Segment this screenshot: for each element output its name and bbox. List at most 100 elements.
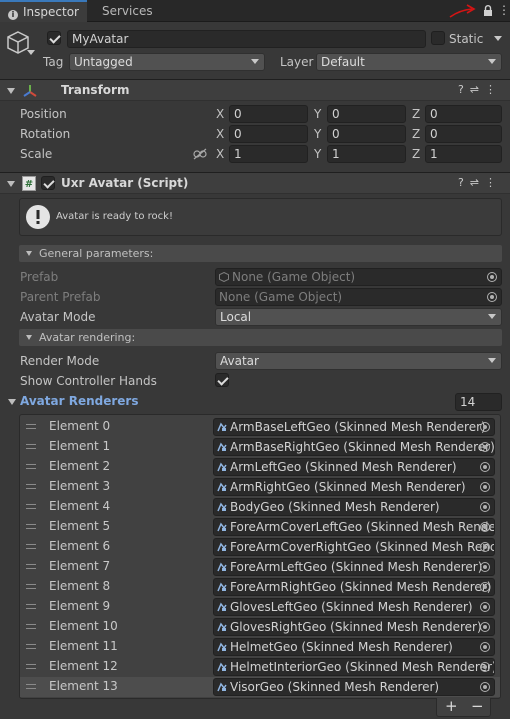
renderer-field[interactable]: ForeArmLeftGeo (Skinned Mesh Renderer) — [213, 558, 495, 576]
scale-x-field[interactable]: 1 — [229, 145, 308, 163]
list-item[interactable]: Element 8 ForeArmRightGeo (Skinned Mesh R… — [20, 577, 500, 597]
object-picker-icon[interactable] — [480, 562, 490, 572]
list-item[interactable]: Element 2 ArmLeftGeo (Skinned Mesh Render… — [20, 457, 500, 477]
object-picker-icon[interactable] — [480, 622, 490, 632]
tag-dropdown[interactable]: Untagged — [69, 53, 265, 71]
list-item[interactable]: Element 7 ForeArmLeftGeo (Skinned Mesh Re… — [20, 557, 500, 577]
foldout-arrow-icon[interactable] — [26, 335, 32, 340]
kebab-menu-icon[interactable]: ⋮ — [485, 176, 502, 189]
drag-handle-icon[interactable] — [26, 484, 36, 489]
avatar-rendering-section[interactable]: Avatar rendering: — [19, 329, 502, 346]
list-item[interactable]: Element 5 ForeArmCoverLeftGeo (Skinned Me… — [20, 517, 500, 537]
render-mode-dropdown[interactable]: Avatar — [215, 352, 502, 370]
object-picker-icon[interactable] — [480, 422, 490, 432]
transform-header[interactable]: Transform ?⇌⋮ — [0, 79, 510, 101]
object-picker-icon[interactable] — [480, 462, 490, 472]
foldout-arrow-icon[interactable] — [26, 251, 32, 256]
remove-element-button[interactable]: − — [471, 698, 484, 715]
object-picker-icon[interactable] — [480, 582, 490, 592]
kebab-menu-icon[interactable]: ⋮ — [485, 83, 502, 96]
static-dropdown-chevron-down-icon[interactable] — [494, 36, 502, 41]
show-controller-hands-checkbox[interactable] — [215, 373, 229, 387]
renderer-field[interactable]: GlovesLeftGeo (Skinned Mesh Renderer) — [213, 598, 495, 616]
position-x-field[interactable]: 0 — [229, 105, 308, 123]
renderers-foldout-arrow-icon[interactable] — [8, 399, 16, 405]
drag-handle-icon[interactable] — [26, 604, 36, 609]
active-checkbox[interactable] — [47, 31, 61, 45]
avatar-mode-dropdown[interactable]: Local — [215, 308, 502, 326]
list-item[interactable]: Element 11 HelmetGeo (Skinned Mesh Render… — [20, 637, 500, 657]
list-item[interactable]: Element 3 ArmRightGeo (Skinned Mesh Rende… — [20, 477, 500, 497]
drag-handle-icon[interactable] — [26, 524, 36, 529]
add-element-button[interactable]: + — [445, 698, 458, 715]
renderers-size-field[interactable]: 14 — [455, 393, 502, 411]
object-picker-icon[interactable] — [480, 482, 490, 492]
drag-handle-icon[interactable] — [26, 564, 36, 569]
drag-handle-icon[interactable] — [26, 664, 36, 669]
prefab-field[interactable]: None (Game Object) — [215, 268, 502, 286]
position-y-field[interactable]: 0 — [327, 105, 406, 123]
rotation-x-field[interactable]: 0 — [229, 125, 308, 143]
object-name-field[interactable]: MyAvatar — [67, 30, 426, 48]
constrain-proportions-link-icon[interactable] — [193, 148, 207, 160]
drag-handle-icon[interactable] — [26, 464, 36, 469]
list-item[interactable]: Element 4 BodyGeo (Skinned Mesh Renderer) — [20, 497, 500, 517]
renderer-field[interactable]: ArmBaseLeftGeo (Skinned Mesh Renderer) — [213, 418, 495, 436]
more-menu-icon[interactable]: ⋮ — [498, 4, 510, 16]
help-icon[interactable]: ? — [458, 176, 470, 189]
list-item[interactable]: Element 10 GlovesRightGeo (Skinned Mesh R… — [20, 617, 500, 637]
drag-handle-icon[interactable] — [26, 544, 36, 549]
lock-icon[interactable] — [483, 5, 493, 17]
object-picker-icon[interactable] — [480, 642, 490, 652]
drag-handle-icon[interactable] — [26, 584, 36, 589]
position-z-field[interactable]: 0 — [425, 105, 502, 123]
object-picker-icon[interactable] — [480, 442, 490, 452]
renderer-field[interactable]: VisorGeo (Skinned Mesh Renderer) — [213, 678, 495, 696]
renderer-field[interactable]: ForeArmCoverLeftGeo (Skinned Mesh Rende — [213, 518, 495, 536]
renderer-field[interactable]: BodyGeo (Skinned Mesh Renderer) — [213, 498, 495, 516]
scale-z-field[interactable]: 1 — [425, 145, 502, 163]
renderer-field[interactable]: ArmRightGeo (Skinned Mesh Renderer) — [213, 478, 495, 496]
tab-inspector[interactable]: i Inspector — [0, 0, 87, 22]
list-item[interactable]: Element 0 ArmBaseLeftGeo (Skinned Mesh Re… — [20, 417, 500, 437]
parent-prefab-field[interactable]: None (Game Object) — [215, 288, 502, 306]
drag-handle-icon[interactable] — [26, 624, 36, 629]
drag-handle-icon[interactable] — [26, 644, 36, 649]
script-component-header[interactable]: # Uxr Avatar (Script) ?⇌⋮ — [0, 172, 510, 194]
list-item[interactable]: Element 9 GlovesLeftGeo (Skinned Mesh Ren… — [20, 597, 500, 617]
renderer-field[interactable]: ArmLeftGeo (Skinned Mesh Renderer) — [213, 458, 495, 476]
object-picker-icon[interactable] — [480, 542, 490, 552]
list-item[interactable]: Element 13 VisorGeo (Skinned Mesh Rendere… — [20, 677, 500, 697]
renderer-field[interactable]: HelmetInteriorGeo (Skinned Mesh Renderer… — [213, 658, 495, 676]
static-checkbox[interactable] — [431, 31, 445, 45]
object-picker-icon[interactable] — [480, 602, 490, 612]
drag-handle-icon[interactable] — [26, 504, 36, 509]
object-picker-icon[interactable] — [487, 292, 497, 302]
renderer-field[interactable]: ForeArmCoverRightGeo (Skinned Mesh Renc — [213, 538, 495, 556]
list-item[interactable]: Element 1 ArmBaseRightGeo (Skinned Mesh R… — [20, 437, 500, 457]
list-item[interactable]: Element 12 HelmetInteriorGeo (Skinned Mes… — [20, 657, 500, 677]
tab-services[interactable]: Services — [94, 0, 161, 22]
help-icon[interactable]: ? — [458, 83, 470, 96]
renderer-field[interactable]: ArmBaseRightGeo (Skinned Mesh Renderer) — [213, 438, 495, 456]
drag-handle-icon[interactable] — [26, 684, 36, 689]
scale-y-field[interactable]: 1 — [327, 145, 406, 163]
renderer-field[interactable]: ForeArmRightGeo (Skinned Mesh Renderer) — [213, 578, 495, 596]
foldout-arrow-icon[interactable] — [7, 88, 15, 94]
settings-sliders-icon[interactable]: ⇌ — [470, 83, 485, 96]
object-picker-icon[interactable] — [487, 272, 497, 282]
rotation-z-field[interactable]: 0 — [425, 125, 502, 143]
foldout-arrow-icon[interactable] — [7, 181, 15, 187]
general-parameters-section[interactable]: General parameters: — [19, 245, 502, 262]
drag-handle-icon[interactable] — [26, 444, 36, 449]
object-picker-icon[interactable] — [480, 662, 490, 672]
object-picker-icon[interactable] — [480, 522, 490, 532]
object-picker-icon[interactable] — [480, 682, 490, 692]
renderer-field[interactable]: HelmetGeo (Skinned Mesh Renderer) — [213, 638, 495, 656]
avatar-renderers-label[interactable]: Avatar Renderers — [20, 394, 138, 408]
icon-dropdown-chevron-down-icon[interactable] — [27, 50, 35, 55]
list-item[interactable]: Element 6 ForeArmCoverRightGeo (Skinned M… — [20, 537, 500, 557]
drag-handle-icon[interactable] — [26, 424, 36, 429]
rotation-y-field[interactable]: 0 — [327, 125, 406, 143]
layer-dropdown[interactable]: Default — [316, 53, 502, 71]
